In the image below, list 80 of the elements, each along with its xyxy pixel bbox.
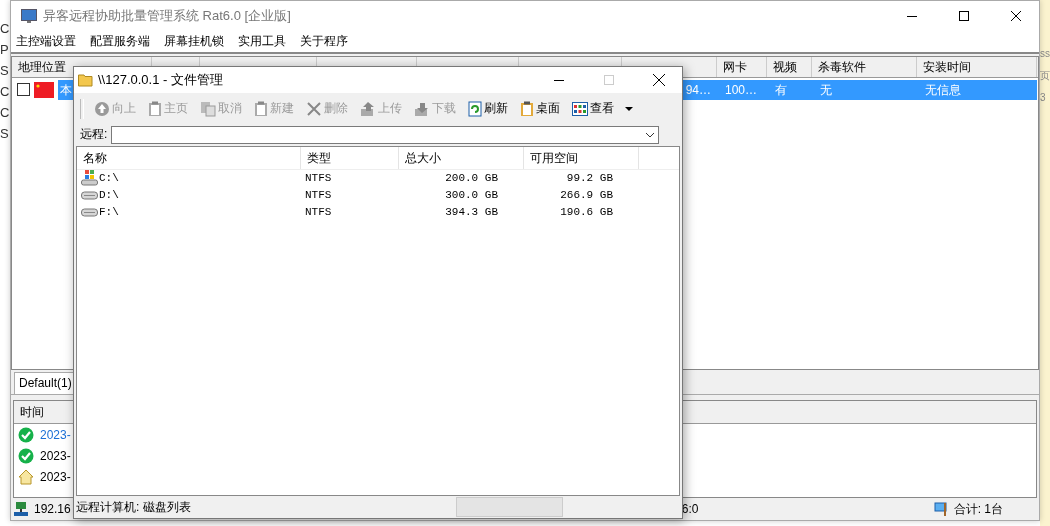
- background-text: ss: [1040, 47, 1050, 61]
- table-cell: 无: [812, 79, 917, 100]
- flag-icon: [933, 501, 950, 517]
- minimize-icon: [554, 79, 564, 81]
- clipboard-icon: [148, 100, 162, 117]
- table-cell-text: 190.6 GB: [559, 206, 614, 219]
- table-cell-text: 266.9 GB: [559, 189, 614, 202]
- refresh-icon: [468, 100, 482, 117]
- drive-icon: [81, 207, 98, 218]
- menu-item[interactable]: 配置服务端: [90, 33, 150, 51]
- close-icon: [306, 100, 322, 117]
- window-title: 异客远程协助批量管理系统 Rat6.0 [企业版]: [43, 7, 292, 26]
- column-header[interactable]: 网卡: [717, 56, 767, 77]
- status-text: 192.16: [34, 502, 71, 516]
- table-cell-text: 300.0 GB: [444, 189, 499, 202]
- log-time: 2023-: [40, 469, 71, 484]
- house-icon: [18, 468, 34, 485]
- menu-item[interactable]: 实用工具: [238, 33, 286, 51]
- background-text: 3: [1040, 91, 1047, 105]
- drive-name: F:\: [99, 206, 120, 219]
- check-circle-icon: [18, 447, 34, 464]
- column-header[interactable]: 总大小: [399, 146, 524, 169]
- menu-item[interactable]: 屏幕挂机锁: [164, 33, 224, 51]
- address-field[interactable]: [111, 125, 660, 144]
- status-text: 合计: 1台: [953, 500, 1003, 518]
- column-header[interactable]: 类型: [301, 146, 399, 169]
- checkbox[interactable]: [17, 83, 30, 97]
- background-text: 页: [1040, 69, 1050, 83]
- table-cell-text: 394.3 GB: [444, 206, 499, 219]
- column-header[interactable]: 安装时间: [917, 56, 1037, 77]
- system-drive-icon: [81, 170, 98, 187]
- column-header[interactable]: 杀毒软件: [812, 56, 917, 77]
- log-time: 2023-: [40, 427, 71, 442]
- drive-name: D:\: [99, 189, 120, 202]
- background-text: S: [0, 62, 10, 80]
- table-cell-text: NTFS: [305, 189, 333, 202]
- drive-icon: [81, 190, 98, 201]
- log-time: 2023-: [40, 448, 71, 463]
- status-text: 远程计算机: 磁盘列表: [76, 498, 192, 516]
- grid-icon: [572, 101, 588, 116]
- background-text: S: [0, 125, 10, 143]
- background-text: C: [0, 83, 10, 101]
- table-cell-text: 200.0 GB: [444, 172, 499, 185]
- toolbar-button[interactable]: 查看: [570, 100, 636, 118]
- minimize-icon: [907, 15, 917, 17]
- column-header[interactable]: 视频: [767, 56, 812, 77]
- monitor-icon: [21, 8, 37, 24]
- field-label: 远程:: [80, 126, 108, 144]
- clipboard-icon: [254, 100, 268, 117]
- upload-icon: [360, 100, 376, 117]
- check-circle-icon: [18, 426, 34, 443]
- network-icon: [13, 501, 29, 517]
- menu-item[interactable]: 关于程序: [300, 33, 348, 51]
- drive-name: C:\: [99, 172, 120, 185]
- menu-item[interactable]: 主控端设置: [16, 33, 76, 51]
- maximize-icon: [604, 75, 614, 85]
- copy-icon: [200, 100, 216, 117]
- table-cell-text: NTFS: [305, 206, 333, 219]
- toolbar-button[interactable]: 刷新: [466, 100, 510, 118]
- table-cell-text: NTFS: [305, 172, 333, 185]
- table-cell: 100…: [717, 79, 767, 100]
- column-header[interactable]: 可用空间: [524, 146, 639, 169]
- table-cell: 无信息: [917, 79, 1037, 100]
- column-header[interactable]: 名称: [77, 146, 301, 169]
- flag-icon: [34, 81, 54, 98]
- maximize-icon: [959, 11, 969, 22]
- toolbar-button[interactable]: 桌面: [518, 100, 562, 118]
- window-title: \\127.0.0.1 - 文件管理: [98, 71, 224, 89]
- clipboard-icon: [520, 100, 534, 117]
- download-icon: [414, 100, 430, 117]
- table-cell: 有: [767, 79, 812, 100]
- close-icon: [653, 74, 665, 86]
- background-text: P: [0, 41, 10, 59]
- table-cell-text: 99.2 GB: [565, 172, 614, 185]
- caret-icon: [624, 105, 634, 112]
- chevron-down-icon: [645, 131, 656, 138]
- close-icon: [1011, 11, 1021, 22]
- background-text: C: [0, 104, 10, 122]
- background-text: C: [0, 20, 10, 38]
- folder-icon: [78, 73, 94, 87]
